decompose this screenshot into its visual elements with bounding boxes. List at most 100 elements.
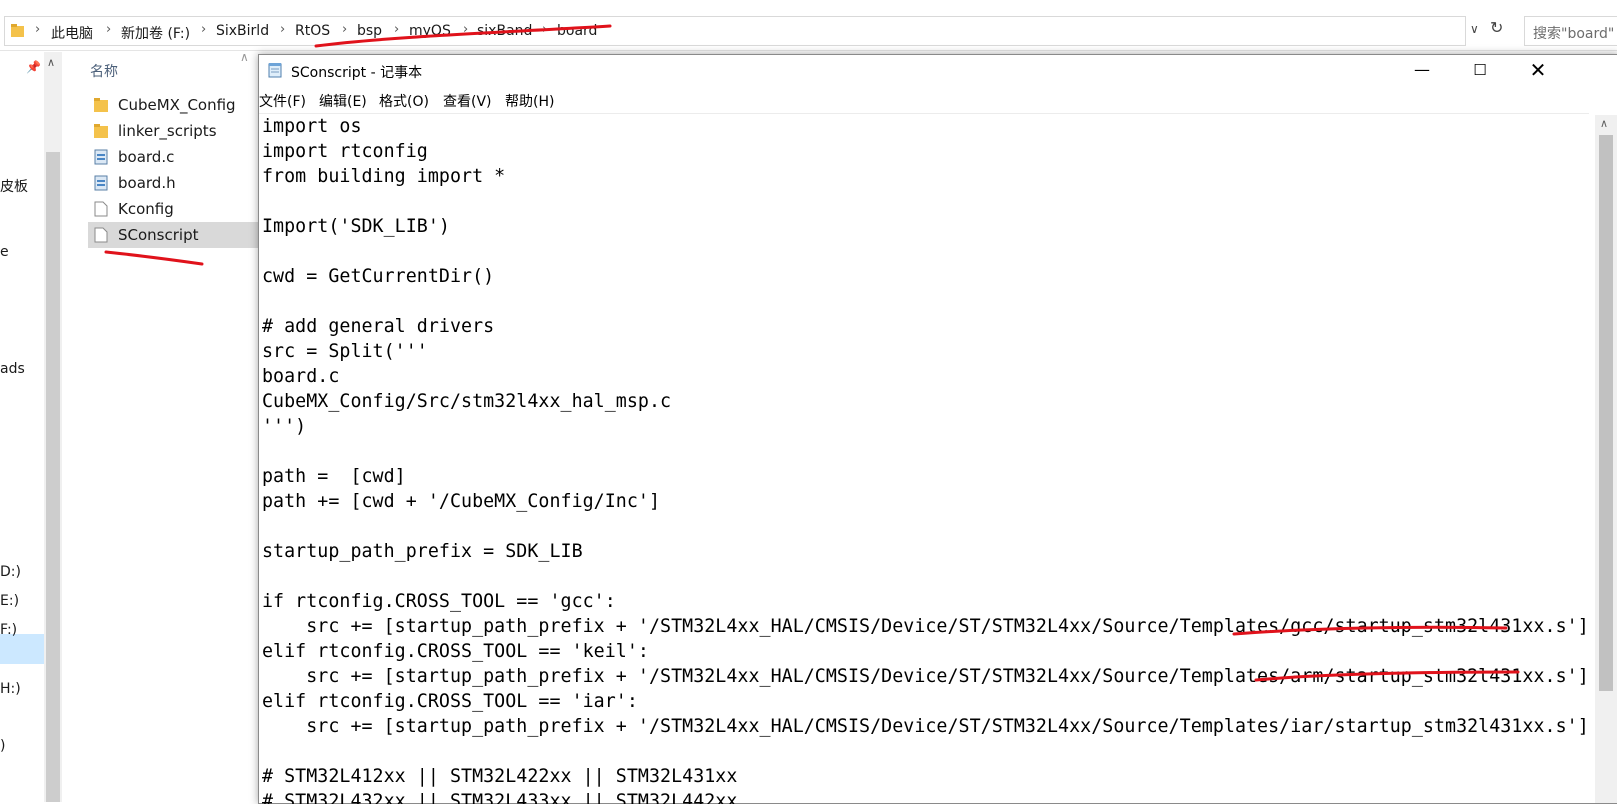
vertical-scrollbar[interactable]: ∧: [1595, 115, 1617, 803]
code-line: src += [startup_path_prefix + '/STM32L4x…: [262, 666, 1589, 687]
code-line: Import('SDK_LIB'): [262, 216, 450, 237]
folder-icon: [11, 24, 24, 37]
chevron-right-icon[interactable]: ›: [394, 22, 399, 37]
nav-item[interactable]: ads: [0, 361, 25, 377]
nav-item[interactable]: e: [0, 244, 9, 260]
nav-item[interactable]: H:): [0, 681, 21, 697]
chevron-right-icon[interactable]: ›: [342, 22, 347, 37]
nav-selected-highlight: [0, 634, 44, 664]
file-row-board-h[interactable]: board.h: [88, 170, 260, 196]
file-row-cubemx-config[interactable]: CubeMX_Config: [88, 92, 260, 118]
refresh-icon[interactable]: ↻: [1490, 18, 1503, 37]
folder-icon: [94, 124, 108, 138]
code-line: startup_path_prefix = SDK_LIB: [262, 541, 583, 562]
pin-icon[interactable]: 📌: [26, 60, 41, 74]
nav-item[interactable]: 皮板: [0, 176, 28, 196]
text-file-icon: [94, 201, 108, 217]
scroll-up-icon[interactable]: ∧: [1600, 117, 1608, 130]
chevron-right-icon: ›: [35, 22, 41, 37]
code-line: elif rtconfig.CROSS_TOOL == 'keil':: [262, 641, 649, 662]
file-row-board-c[interactable]: board.c: [88, 144, 260, 170]
maximize-button[interactable]: ☐: [1451, 55, 1509, 85]
breadcrumb-board[interactable]: board: [557, 23, 597, 39]
file-name: linker_scripts: [118, 122, 217, 140]
chevron-right-icon[interactable]: ›: [542, 22, 547, 37]
nav-item[interactable]: E:): [0, 593, 19, 609]
breadcrumb-bsp[interactable]: bsp: [357, 23, 382, 39]
code-line: if rtconfig.CROSS_TOOL == 'gcc':: [262, 591, 616, 612]
menu-help[interactable]: 帮助(H): [505, 91, 554, 111]
text-file-icon: [94, 227, 108, 243]
c-file-icon: [94, 175, 108, 191]
nav-item-selected[interactable]: F:): [0, 622, 17, 638]
chevron-down-icon[interactable]: ∨: [1470, 22, 1479, 36]
file-row-kconfig[interactable]: Kconfig: [88, 196, 260, 222]
code-line: '''): [262, 416, 307, 437]
file-name: board.h: [118, 174, 176, 192]
code-line: cwd = GetCurrentDir(): [262, 266, 495, 287]
code-line: import os: [262, 116, 362, 137]
code-line: elif rtconfig.CROSS_TOOL == 'iar':: [262, 691, 638, 712]
title-bar[interactable]: SConscript - 记事本 — ☐ ✕: [259, 55, 1617, 85]
scroll-up-icon[interactable]: ∧: [47, 56, 55, 69]
annotation-underline-file: [104, 250, 204, 266]
code-line: # add general drivers: [262, 316, 495, 337]
menu-file[interactable]: 文件(F): [259, 91, 306, 111]
breadcrumb-sixband[interactable]: sixBand: [477, 23, 532, 39]
window-title: SConscript - 记事本: [291, 65, 423, 81]
code-line: src += [startup_path_prefix + '/STM32L4x…: [262, 716, 1589, 737]
code-line: board.c: [262, 366, 340, 387]
menu-format[interactable]: 格式(O): [379, 91, 429, 111]
menu-view[interactable]: 查看(V): [443, 91, 492, 111]
file-name: SConscript: [118, 226, 199, 244]
menu-edit[interactable]: 编辑(E): [319, 91, 367, 111]
code-line: import rtconfig: [262, 141, 428, 162]
code-line: from building import *: [262, 166, 506, 187]
address-bar[interactable]: › 此电脑 › 新加卷 (F:) › SixBirld › RtOS › bsp…: [4, 16, 1466, 46]
chevron-right-icon[interactable]: ›: [280, 22, 285, 37]
file-name: Kconfig: [118, 200, 174, 218]
c-file-icon: [94, 149, 108, 165]
notepad-icon: [268, 63, 282, 78]
nav-item[interactable]: D:): [0, 564, 21, 580]
code-line: # STM32L412xx || STM32L422xx || STM32L43…: [262, 766, 738, 787]
breadcrumb-sixbirld[interactable]: SixBirld: [216, 23, 269, 39]
column-header-name[interactable]: 名称: [90, 61, 118, 81]
nav-item[interactable]: ): [0, 738, 5, 754]
nav-scrollbar-thumb[interactable]: [46, 152, 60, 802]
close-button[interactable]: ✕: [1509, 55, 1567, 85]
search-placeholder: 搜索"board": [1533, 26, 1615, 42]
code-lines: import os import rtconfig from building im…: [262, 114, 1589, 804]
chevron-right-icon[interactable]: ›: [463, 22, 468, 37]
file-name: board.c: [118, 148, 175, 166]
scrollbar-thumb[interactable]: [1599, 135, 1613, 691]
code-line: src += [startup_path_prefix + '/STM32L4x…: [262, 616, 1589, 637]
code-line: path = [cwd]: [262, 466, 406, 487]
folder-icon: [94, 98, 108, 112]
code-line: CubeMX_Config/Src/stm32l4xx_hal_msp.c: [262, 391, 672, 412]
search-input[interactable]: 搜索"board": [1524, 16, 1617, 46]
sort-up-icon: ∧: [240, 50, 249, 64]
file-name: CubeMX_Config: [118, 96, 236, 114]
breadcrumb-drive-f[interactable]: 新加卷 (F:): [121, 23, 190, 43]
breadcrumb-rtos[interactable]: RtOS: [295, 23, 330, 39]
chevron-right-icon[interactable]: ›: [201, 22, 206, 37]
breadcrumb-this-pc[interactable]: 此电脑: [51, 23, 93, 43]
file-row-linker-scripts[interactable]: linker_scripts: [88, 118, 260, 144]
code-line: path += [cwd + '/CubeMX_Config/Inc']: [262, 491, 661, 512]
chevron-right-icon[interactable]: ›: [106, 22, 111, 37]
minimize-button[interactable]: —: [1393, 55, 1451, 85]
breadcrumb-myos[interactable]: myOS: [409, 23, 451, 39]
text-editor[interactable]: import os import rtconfig from building im…: [259, 113, 1589, 804]
notepad-window: SConscript - 记事本 — ☐ ✕ 文件(F) 编辑(E) 格式(O)…: [258, 54, 1617, 804]
file-row-sconscript[interactable]: SConscript: [88, 222, 260, 248]
address-bar-area: › 此电脑 › 新加卷 (F:) › SixBirld › RtOS › bsp…: [0, 12, 1617, 51]
code-line: src = Split(''': [262, 341, 428, 362]
